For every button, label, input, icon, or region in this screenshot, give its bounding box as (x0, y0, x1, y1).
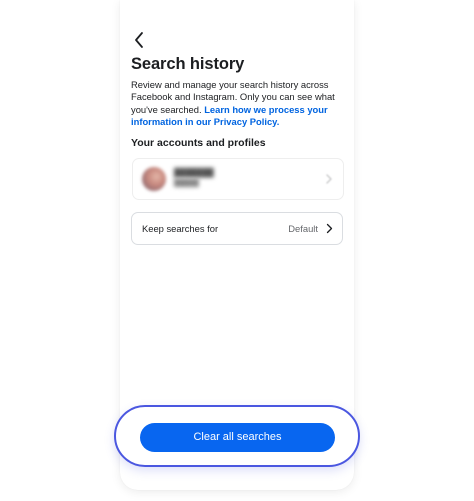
chevron-right-icon (326, 223, 333, 234)
stage: Search history Review and manage your se… (0, 0, 474, 501)
account-name-redacted: ███████ (174, 168, 214, 177)
account-row[interactable]: ███████ █████ (132, 158, 344, 200)
page-description: Review and manage your search history ac… (131, 79, 343, 128)
account-platform-redacted: █████ (174, 180, 199, 187)
chevron-right-icon (326, 174, 332, 184)
avatar (142, 167, 166, 191)
keep-searches-row[interactable]: Keep searches for Default (131, 212, 343, 245)
clear-all-searches-button[interactable]: Clear all searches (140, 423, 335, 452)
keep-searches-label: Keep searches for (142, 223, 219, 234)
accounts-heading: Your accounts and profiles (131, 137, 266, 149)
keep-searches-value: Default (288, 223, 318, 234)
page-title: Search history (131, 55, 245, 73)
back-arrow-icon[interactable] (132, 30, 146, 50)
